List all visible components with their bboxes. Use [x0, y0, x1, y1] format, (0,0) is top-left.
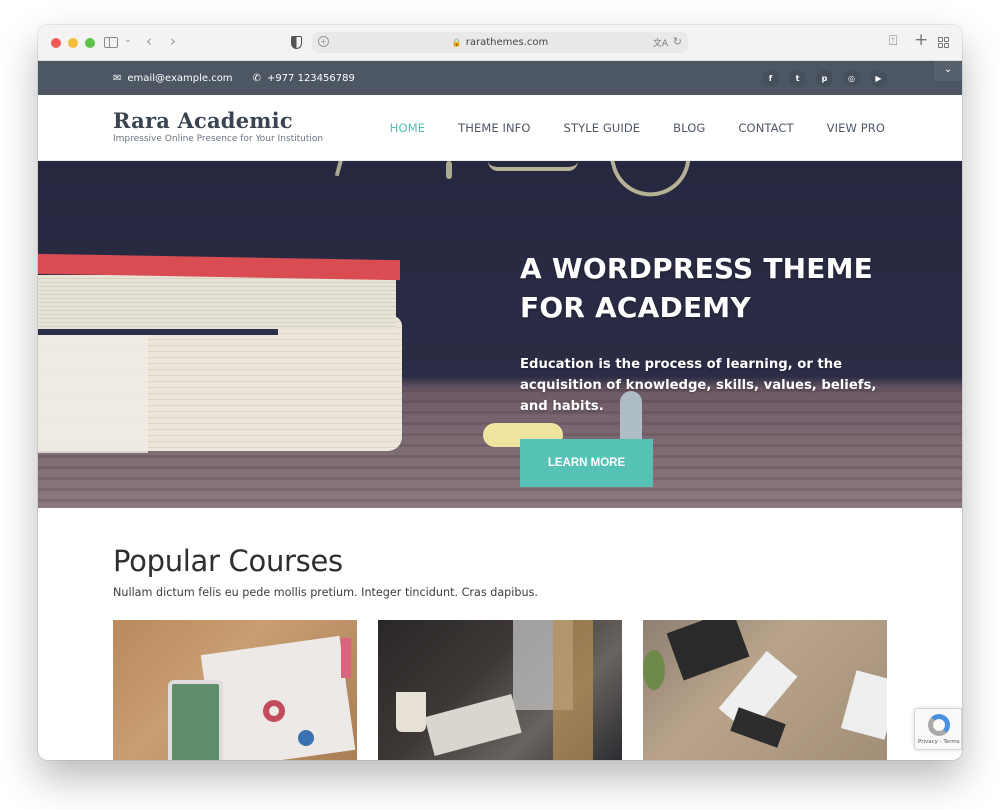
- page-menu-icon[interactable]: +: [318, 36, 329, 47]
- site-title[interactable]: Rara Academic: [113, 108, 323, 133]
- course-card-image[interactable]: [643, 620, 887, 760]
- chalk-mark: [334, 161, 382, 186]
- minimize-window-button[interactable]: [68, 37, 78, 48]
- phone-icon: ✆: [252, 72, 261, 84]
- new-tab-button[interactable]: +: [914, 32, 928, 49]
- nav-blog[interactable]: BLOG: [673, 121, 705, 135]
- lock-icon: 🔒: [451, 38, 462, 47]
- nav-view-pro[interactable]: VIEW PRO: [827, 121, 885, 135]
- close-window-button[interactable]: [51, 37, 61, 48]
- hero-title-line: FOR ACADEMY: [520, 291, 751, 324]
- book-cover: [38, 329, 278, 335]
- chevron-down-icon[interactable]: ⌄: [124, 36, 132, 45]
- recaptcha-links[interactable]: Privacy - Terms: [918, 739, 960, 745]
- nav-contact[interactable]: CONTACT: [738, 121, 793, 135]
- book-image: [38, 333, 148, 453]
- hero-subtitle: Education is the process of learning, or…: [520, 357, 877, 414]
- chalk-mark: [446, 161, 452, 179]
- forward-button[interactable]: ›: [170, 34, 176, 49]
- topbar-toggle-button[interactable]: ⌄: [934, 61, 962, 81]
- hero-title: A WORDPRESS THEME FOR ACADEMY: [520, 249, 880, 327]
- window-controls: [51, 37, 95, 48]
- translate-icon[interactable]: 文A: [653, 36, 668, 49]
- phone-link[interactable]: +977 123456789: [267, 73, 355, 84]
- recaptcha-icon: [928, 714, 950, 736]
- sidebar-icon[interactable]: [104, 37, 118, 48]
- browser-toolbar: ⌄ ‹ › + 🔒 rarathemes.com 文A ↻ ⍐ +: [38, 25, 962, 61]
- chalk-mark: [606, 161, 700, 206]
- chalk-mark: [488, 161, 578, 171]
- site-header: Rara Academic Impressive Online Presence…: [38, 95, 962, 161]
- nav-style-guide[interactable]: STYLE GUIDE: [564, 121, 641, 135]
- tab-overview-button[interactable]: [938, 37, 949, 48]
- address-bar[interactable]: + 🔒 rarathemes.com 文A ↻: [312, 32, 688, 53]
- book-image: [38, 275, 396, 330]
- social-links: f t p ◎ ▶: [762, 61, 887, 95]
- envelope-icon: ✉: [113, 72, 122, 84]
- hero-banner: A WORDPRESS THEME FOR ACADEMY Education …: [38, 161, 962, 508]
- hero-content: A WORDPRESS THEME FOR ACADEMY Education …: [520, 249, 880, 487]
- top-bar: ✉ email@example.com ✆ +977 123456789 f t…: [38, 61, 962, 95]
- popular-courses-section: Popular Courses Nullam dictum felis eu p…: [38, 508, 962, 760]
- reload-button[interactable]: ↻: [673, 35, 682, 48]
- maximize-window-button[interactable]: [85, 37, 95, 48]
- section-description: Nullam dictum felis eu pede mollis preti…: [113, 586, 538, 599]
- hero-title-line: A WORDPRESS THEME: [520, 252, 873, 285]
- back-button[interactable]: ‹: [146, 34, 152, 49]
- learn-more-button[interactable]: LEARN MORE: [520, 439, 653, 487]
- youtube-icon[interactable]: ▶: [870, 69, 887, 87]
- course-cards: [113, 620, 962, 760]
- nav-home[interactable]: HOME: [390, 121, 425, 135]
- browser-window: ⌄ ‹ › + 🔒 rarathemes.com 文A ↻ ⍐ + ✉ emai…: [38, 25, 962, 760]
- site-tagline: Impressive Online Presence for Your Inst…: [113, 134, 324, 144]
- email-link[interactable]: email@example.com: [127, 73, 232, 84]
- recaptcha-badge[interactable]: Privacy - Terms: [914, 708, 962, 750]
- section-title: Popular Courses: [113, 544, 343, 578]
- nav-theme-info[interactable]: THEME INFO: [458, 121, 530, 135]
- course-card-image[interactable]: [113, 620, 357, 760]
- pinterest-icon[interactable]: p: [816, 69, 833, 87]
- instagram-icon[interactable]: ◎: [843, 69, 860, 87]
- course-card-image[interactable]: [378, 620, 622, 760]
- twitter-icon[interactable]: t: [789, 69, 806, 87]
- contact-info: ✉ email@example.com ✆ +977 123456789: [113, 61, 355, 95]
- site-branding: Rara Academic Impressive Online Presence…: [113, 108, 323, 144]
- facebook-icon[interactable]: f: [762, 69, 779, 87]
- url-text: rarathemes.com: [465, 37, 549, 48]
- share-button[interactable]: ⍐: [889, 34, 897, 48]
- privacy-shield-icon[interactable]: [291, 36, 302, 49]
- main-navigation: HOME THEME INFO STYLE GUIDE BLOG CONTACT…: [390, 95, 885, 161]
